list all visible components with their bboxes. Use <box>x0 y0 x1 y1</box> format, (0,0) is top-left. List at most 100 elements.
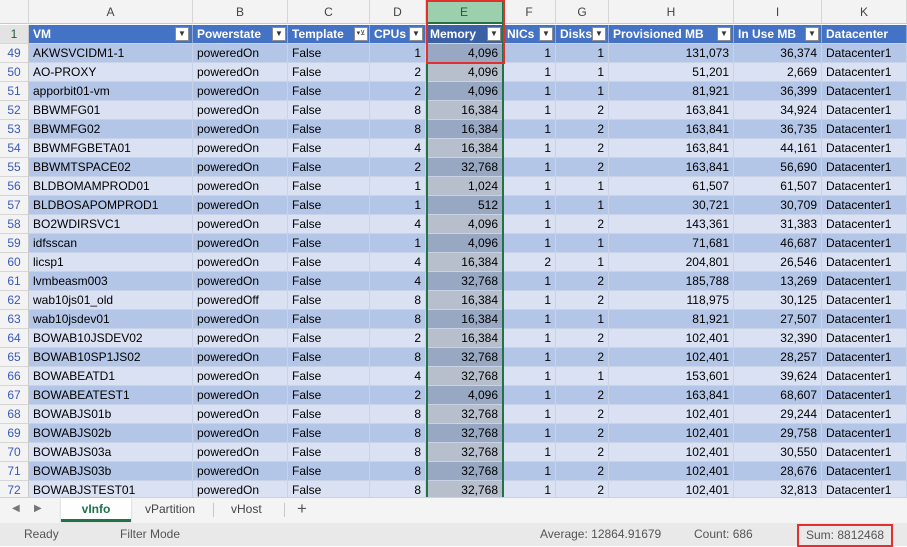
cell-memory[interactable]: 32,768 <box>426 405 503 424</box>
cell-cpus[interactable]: 2 <box>370 63 426 82</box>
cell-template[interactable]: False <box>288 424 370 443</box>
cell-cpus[interactable]: 8 <box>370 348 426 367</box>
cell-nics[interactable]: 1 <box>503 272 556 291</box>
cell-powerstate[interactable]: poweredOn <box>193 405 288 424</box>
cell-datacenter[interactable]: Datacenter1 <box>822 120 907 139</box>
filter-dropdown-icon[interactable]: ▼ <box>272 27 286 41</box>
cell-template[interactable]: False <box>288 291 370 310</box>
cell-template[interactable]: False <box>288 177 370 196</box>
cell-vm[interactable]: BBWMFG02 <box>29 120 193 139</box>
cell-memory[interactable]: 16,384 <box>426 101 503 120</box>
cell-in-use-mb[interactable]: 61,507 <box>734 177 822 196</box>
cell-vm[interactable]: idfsscan <box>29 234 193 253</box>
cell-memory[interactable]: 4,096 <box>426 63 503 82</box>
cell-nics[interactable]: 1 <box>503 367 556 386</box>
cell-disks[interactable]: 1 <box>556 234 609 253</box>
cell-in-use-mb[interactable]: 46,687 <box>734 234 822 253</box>
cell-disks[interactable]: 1 <box>556 44 609 63</box>
row-number[interactable]: 50 <box>0 63 29 82</box>
filter-dropdown-icon[interactable]: ▼ <box>539 27 553 41</box>
cell-disks[interactable]: 1 <box>556 253 609 272</box>
cell-disks[interactable]: 2 <box>556 120 609 139</box>
cell-nics[interactable]: 1 <box>503 329 556 348</box>
cell-in-use-mb[interactable]: 13,269 <box>734 272 822 291</box>
cell-nics[interactable]: 1 <box>503 158 556 177</box>
cell-provisioned-mb[interactable]: 102,401 <box>609 424 734 443</box>
cell-powerstate[interactable]: poweredOn <box>193 329 288 348</box>
row-number[interactable]: 71 <box>0 462 29 481</box>
cell-memory[interactable]: 32,768 <box>426 424 503 443</box>
cell-cpus[interactable]: 2 <box>370 158 426 177</box>
cell-provisioned-mb[interactable]: 71,681 <box>609 234 734 253</box>
row-number[interactable]: 67 <box>0 386 29 405</box>
row-number[interactable]: 1 <box>0 25 29 44</box>
cell-cpus[interactable]: 1 <box>370 177 426 196</box>
cell-powerstate[interactable]: poweredOn <box>193 120 288 139</box>
cell-provisioned-mb[interactable]: 30,721 <box>609 196 734 215</box>
cell-datacenter[interactable]: Datacenter1 <box>822 367 907 386</box>
cell-vm[interactable]: BOWABEATD1 <box>29 367 193 386</box>
row-number[interactable]: 70 <box>0 443 29 462</box>
cell-memory[interactable]: 4,096 <box>426 386 503 405</box>
cell-cpus[interactable]: 4 <box>370 139 426 158</box>
cell-nics[interactable]: 1 <box>503 177 556 196</box>
cell-disks[interactable]: 2 <box>556 101 609 120</box>
row-number[interactable]: 64 <box>0 329 29 348</box>
cell-vm[interactable]: wab10jsdev01 <box>29 310 193 329</box>
cell-in-use-mb[interactable]: 30,550 <box>734 443 822 462</box>
cell-vm[interactable]: BBWMTSPACE02 <box>29 158 193 177</box>
cell-template[interactable]: False <box>288 348 370 367</box>
cell-vm[interactable]: wab10js01_old <box>29 291 193 310</box>
cell-memory[interactable]: 32,768 <box>426 348 503 367</box>
cell-datacenter[interactable]: Datacenter1 <box>822 462 907 481</box>
cell-template[interactable]: False <box>288 253 370 272</box>
cell-template[interactable]: False <box>288 215 370 234</box>
cell-powerstate[interactable]: poweredOn <box>193 367 288 386</box>
cell-in-use-mb[interactable]: 28,257 <box>734 348 822 367</box>
cell-provisioned-mb[interactable]: 61,507 <box>609 177 734 196</box>
cell-datacenter[interactable]: Datacenter1 <box>822 82 907 101</box>
cell-cpus[interactable]: 8 <box>370 424 426 443</box>
row-number[interactable]: 65 <box>0 348 29 367</box>
cell-datacenter[interactable]: Datacenter1 <box>822 177 907 196</box>
filter-dropdown-icon[interactable]: ▼ <box>592 27 606 41</box>
cell-template[interactable]: False <box>288 196 370 215</box>
cell-cpus[interactable]: 8 <box>370 120 426 139</box>
add-sheet-button[interactable]: + <box>292 499 312 519</box>
cell-vm[interactable]: AO-PROXY <box>29 63 193 82</box>
cell-in-use-mb[interactable]: 27,507 <box>734 310 822 329</box>
cell-cpus[interactable]: 4 <box>370 253 426 272</box>
filter-dropdown-icon[interactable]: ▼ <box>409 27 423 41</box>
cell-disks[interactable]: 2 <box>556 405 609 424</box>
cell-in-use-mb[interactable]: 32,390 <box>734 329 822 348</box>
scroll-right-icon[interactable]: ▶ <box>34 503 42 514</box>
cell-powerstate[interactable]: poweredOn <box>193 481 288 497</box>
cell-nics[interactable]: 1 <box>503 481 556 497</box>
cell-provisioned-mb[interactable]: 163,841 <box>609 101 734 120</box>
cell-cpus[interactable]: 2 <box>370 386 426 405</box>
scroll-left-icon[interactable]: ◀ <box>12 503 20 514</box>
filter-dropdown-icon[interactable]: ▼ <box>175 27 189 41</box>
cell-powerstate[interactable]: poweredOn <box>193 44 288 63</box>
cell-disks[interactable]: 2 <box>556 272 609 291</box>
cell-datacenter[interactable]: Datacenter1 <box>822 44 907 63</box>
column-header-g[interactable]: G <box>556 0 609 24</box>
column-header-h[interactable]: H <box>609 0 734 24</box>
cell-in-use-mb[interactable]: 44,161 <box>734 139 822 158</box>
cell-datacenter[interactable]: Datacenter1 <box>822 329 907 348</box>
cell-vm[interactable]: licsp1 <box>29 253 193 272</box>
cell-datacenter[interactable]: Datacenter1 <box>822 139 907 158</box>
cell-datacenter[interactable]: Datacenter1 <box>822 348 907 367</box>
cell-datacenter[interactable]: Datacenter1 <box>822 481 907 497</box>
cell-datacenter[interactable]: Datacenter1 <box>822 443 907 462</box>
row-number[interactable]: 57 <box>0 196 29 215</box>
cell-template[interactable]: False <box>288 462 370 481</box>
cell-template[interactable]: False <box>288 82 370 101</box>
column-header-f[interactable]: F <box>503 0 556 24</box>
cell-vm[interactable]: BOWABJS03b <box>29 462 193 481</box>
row-number[interactable]: 52 <box>0 101 29 120</box>
cell-nics[interactable]: 1 <box>503 443 556 462</box>
cell-provisioned-mb[interactable]: 131,073 <box>609 44 734 63</box>
cell-powerstate[interactable]: poweredOn <box>193 63 288 82</box>
cell-template[interactable]: False <box>288 139 370 158</box>
